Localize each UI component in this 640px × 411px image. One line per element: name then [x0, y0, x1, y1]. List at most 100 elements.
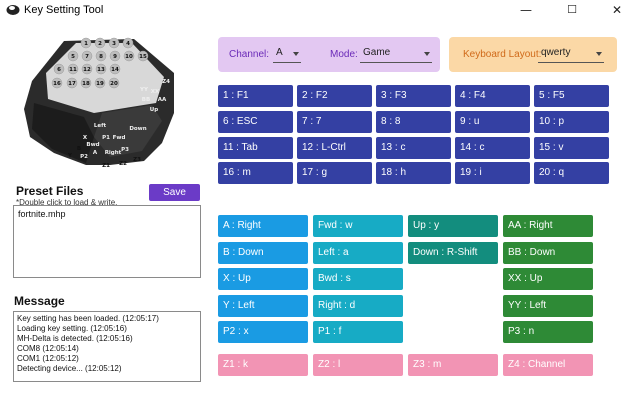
device-key-label: P1 [102, 135, 110, 141]
keyboard-layout-label: Keyboard Layout: [463, 49, 542, 60]
device-key-label: 11 [69, 67, 77, 73]
device-key-label: 1 [84, 41, 88, 47]
device-key-label: 2 [98, 41, 102, 47]
key-button-right[interactable]: Right : d [313, 295, 403, 317]
key-button-p3[interactable]: P3 : n [503, 321, 593, 343]
preset-file-item[interactable]: fortnite.mhp [18, 209, 196, 219]
key-button-14[interactable]: 14 : c [455, 137, 530, 159]
key-button-1[interactable]: 1 : F1 [218, 85, 293, 107]
device-key-label: B [77, 146, 81, 152]
device-key-label: BB [142, 97, 150, 103]
device-key-label: 8 [99, 54, 103, 60]
device-key-label: 16 [53, 81, 61, 87]
device-key-label: Z2 [119, 161, 127, 167]
device-key-label: Z3 [133, 157, 141, 163]
key-button-2[interactable]: 2 : F2 [297, 85, 372, 107]
key-button-a[interactable]: A : Right [218, 215, 308, 237]
key-button-15[interactable]: 15 : v [534, 137, 609, 159]
message-log: Key setting has been loaded. (12:05:17) … [13, 311, 201, 382]
key-button-3[interactable]: 3 : F3 [376, 85, 451, 107]
keyboard-layout-value: qwerty [541, 47, 571, 58]
device-key-label: 9 [113, 54, 117, 60]
minimize-icon[interactable]: — [503, 0, 549, 22]
device-key-label: 15 [139, 54, 147, 60]
key-button-z3[interactable]: Z3 : m [408, 354, 498, 376]
message-line: Detecting device... (12:05:12) [17, 364, 122, 373]
mode-select[interactable]: Game [360, 47, 432, 63]
device-key-label: Fwd [113, 135, 126, 141]
device-key-label: A [93, 150, 98, 156]
device-key-label: 17 [68, 81, 76, 87]
device-key-label: 10 [125, 54, 133, 60]
key-button-z4[interactable]: Z4 : Channel [503, 354, 593, 376]
channel-mode-panel: Channel: A Mode: Game [218, 37, 440, 72]
key-button-11[interactable]: 11 : Tab [218, 137, 293, 159]
chevron-down-icon [424, 52, 430, 56]
key-button-7[interactable]: 7 : 7 [297, 111, 372, 133]
device-key-label: P2 [80, 154, 88, 160]
device-key-label: 14 [111, 67, 119, 73]
key-button-p1[interactable]: P1 : f [313, 321, 403, 343]
key-button-10[interactable]: 10 : p [534, 111, 609, 133]
key-button-xx[interactable]: XX : Up [503, 268, 593, 290]
message-line: Key setting has been loaded. (12:05:17) [17, 314, 159, 323]
key-button-b[interactable]: B : Down [218, 242, 308, 264]
device-key-label: Down [129, 126, 146, 132]
key-button-up[interactable]: Up : y [408, 215, 498, 237]
device-key-label: 20 [110, 81, 118, 87]
channel-select[interactable]: A [273, 47, 301, 63]
device-key-label: 5 [71, 54, 75, 60]
device-key-label: Left [94, 123, 107, 129]
key-button-x[interactable]: X : Up [218, 268, 308, 290]
key-button-bwd[interactable]: Bwd : s [313, 268, 403, 290]
device-key-label: XX [151, 89, 160, 95]
key-button-down[interactable]: Down : R-Shift [408, 242, 498, 264]
key-button-19[interactable]: 19 : i [455, 162, 530, 184]
key-button-13[interactable]: 13 : c [376, 137, 451, 159]
device-key-label: Right [105, 150, 122, 156]
device-key-label: Up [150, 107, 158, 113]
device-key-label: P3 [121, 147, 129, 153]
key-button-z1[interactable]: Z1 : k [218, 354, 308, 376]
key-button-4[interactable]: 4 : F4 [455, 85, 530, 107]
key-button-aa[interactable]: AA : Right [503, 215, 593, 237]
key-button-5[interactable]: 5 : F5 [534, 85, 609, 107]
key-button-yy[interactable]: YY : Left [503, 295, 593, 317]
key-button-left[interactable]: Left : a [313, 242, 403, 264]
maximize-icon[interactable]: ☐ [549, 0, 595, 22]
message-line: COM1 (12:05:12) [17, 354, 79, 363]
key-button-y[interactable]: Y : Left [218, 295, 308, 317]
device-key-label: 18 [82, 81, 90, 87]
key-button-20[interactable]: 20 : q [534, 162, 609, 184]
device-key-label: 4 [126, 41, 130, 47]
key-button-6[interactable]: 6 : ESC [218, 111, 293, 133]
device-key-label: Z4 [162, 79, 170, 85]
mode-label: Mode: [330, 49, 358, 60]
device-key-label: 13 [97, 67, 105, 73]
key-button-p2[interactable]: P2 : x [218, 321, 308, 343]
key-button-z2[interactable]: Z2 : l [313, 354, 403, 376]
device-key-label: 3 [112, 41, 116, 47]
key-button-17[interactable]: 17 : g [297, 162, 372, 184]
preset-files-heading: Preset Files [16, 184, 84, 198]
device-key-label: YY [139, 87, 149, 93]
key-button-9[interactable]: 9 : u [455, 111, 530, 133]
key-button-16[interactable]: 16 : m [218, 162, 293, 184]
key-button-8[interactable]: 8 : 8 [376, 111, 451, 133]
key-button-fwd[interactable]: Fwd : w [313, 215, 403, 237]
save-button[interactable]: Save [149, 184, 200, 201]
device-illustration: 1 2 3 4567 8 9 1011 12 13 141516 17 18 19 20 Z4XXBB AAU… [24, 37, 174, 169]
window-title: Key Setting Tool [24, 4, 104, 16]
keyboard-layout-select[interactable]: qwerty [538, 47, 604, 63]
preset-file-list[interactable]: fortnite.mhp [13, 205, 201, 278]
device-key-label: 7 [85, 54, 89, 60]
key-button-12[interactable]: 12 : L-Ctrl [297, 137, 372, 159]
keyboard-layout-panel: Keyboard Layout: qwerty [449, 37, 617, 72]
message-heading: Message [14, 294, 65, 308]
key-button-18[interactable]: 18 : h [376, 162, 451, 184]
close-icon[interactable]: ✕ [594, 0, 640, 22]
key-button-bb[interactable]: BB : Down [503, 242, 593, 264]
device-key-label: 6 [57, 67, 61, 73]
message-line: COM8 (12:05:14) [17, 344, 79, 353]
message-line: Loading key setting. (12:05:16) [17, 324, 127, 333]
